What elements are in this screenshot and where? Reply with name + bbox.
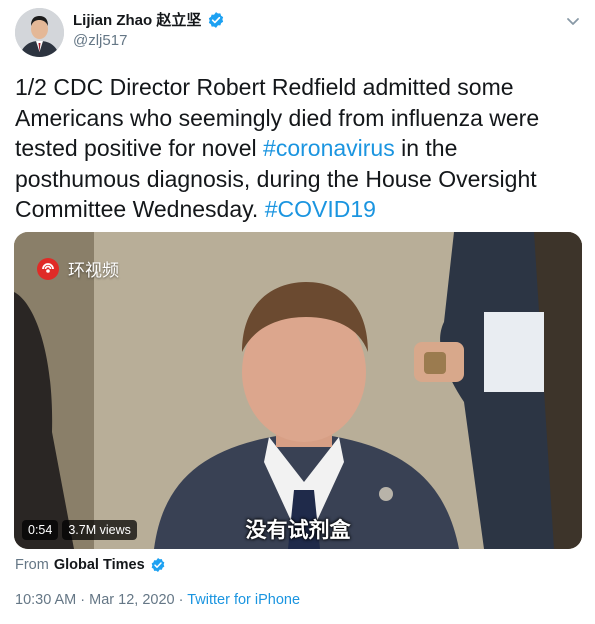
from-prefix: From: [15, 557, 49, 573]
channel-logo: 环视频: [36, 256, 119, 281]
channel-logo-icon: [37, 257, 59, 280]
hashtag-link[interactable]: #coronavirus: [263, 135, 395, 161]
tweet-client-link[interactable]: Twitter for iPhone: [187, 592, 300, 608]
tweet-time[interactable]: 10:30 AM: [15, 592, 76, 608]
author-name-row[interactable]: Lijian Zhao 赵立坚: [73, 9, 225, 30]
verified-badge-icon: [209, 11, 224, 28]
source-account-link[interactable]: Global Times: [54, 557, 145, 573]
media-source: From Global Times: [15, 557, 166, 573]
author-handle[interactable]: @zlj517: [73, 32, 127, 49]
meta-separator: ·: [174, 592, 188, 608]
author-name[interactable]: Lijian Zhao 赵立坚: [73, 9, 201, 30]
video-views: 3.7M views: [62, 520, 137, 540]
avatar-photo: [15, 8, 64, 57]
video-player[interactable]: 环视频 没有试剂盒 0:54 3.7M views: [14, 232, 582, 549]
verified-badge-icon: [151, 558, 164, 572]
video-duration: 0:54: [22, 520, 59, 540]
tweet-date[interactable]: Mar 12, 2020: [89, 592, 174, 608]
tweet-text: 1/2 CDC Director Robert Redfield admitte…: [15, 72, 575, 225]
meta-separator: ·: [76, 592, 90, 608]
avatar[interactable]: [15, 8, 64, 57]
video-info-bar: 0:54 3.7M views: [22, 520, 137, 540]
tweet-meta: 10:30 AM · Mar 12, 2020 · Twitter for iP…: [15, 592, 300, 608]
channel-logo-text: 环视频: [68, 261, 119, 281]
hashtag-link[interactable]: #COVID19: [265, 196, 376, 222]
chevron-down-icon[interactable]: [564, 12, 582, 30]
